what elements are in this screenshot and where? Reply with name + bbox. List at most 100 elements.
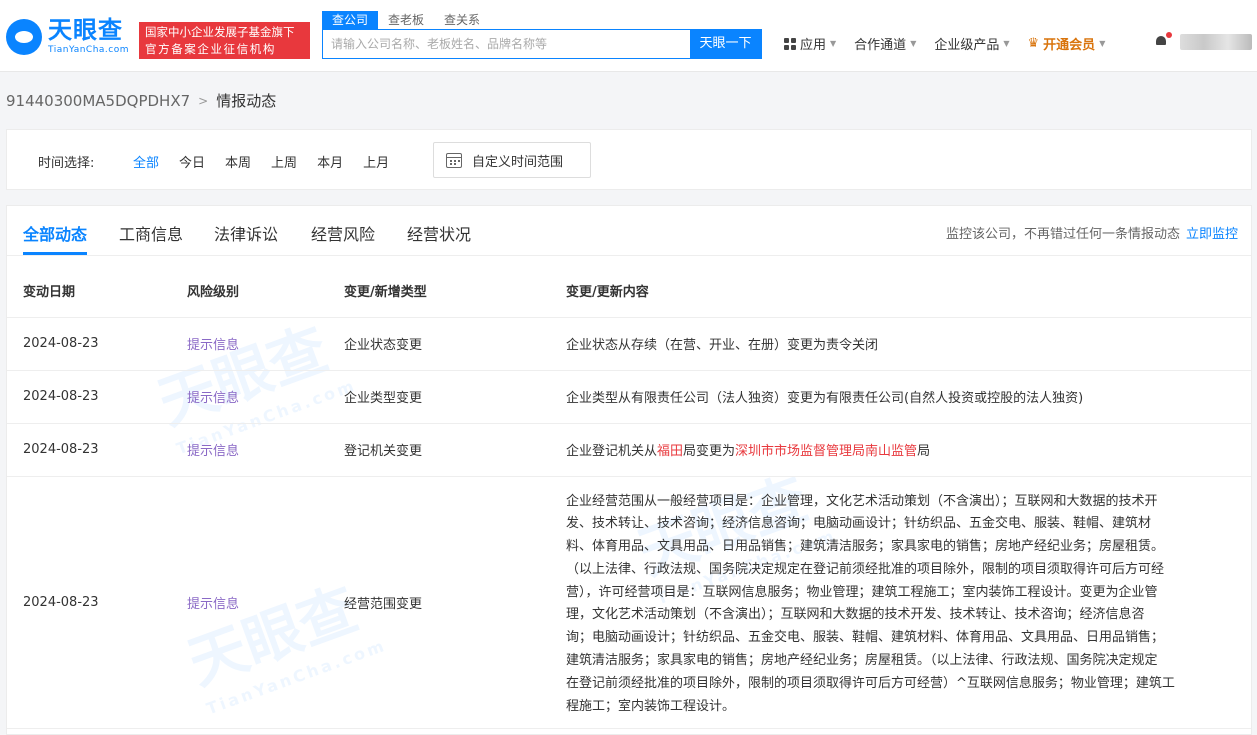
cell-date: 2024-08-23: [7, 423, 187, 477]
cell-type: 经营范围变更: [344, 476, 566, 730]
filter-option-this-week[interactable]: 本周: [225, 152, 251, 171]
cell-risk[interactable]: 提示信息: [187, 476, 344, 730]
column-header-type: 变更/新增类型: [344, 264, 566, 318]
category-tabs: 全部动态 工商信息 法律诉讼 经营风险 经营状况 监控该公司，不再错过任何一条情…: [7, 206, 1251, 256]
nav-vip[interactable]: ♛ 开通会员 ▼: [1028, 34, 1106, 53]
search-tab-boss[interactable]: 查老板: [378, 11, 434, 29]
content-line: 营），许可经营项目是：互联网信息服务；物业管理；建筑工程施工；室内装饰工程设计。…: [566, 584, 1158, 600]
cell-date: 2024-08-23: [7, 317, 187, 371]
filter-option-this-month[interactable]: 本月: [317, 152, 343, 171]
search-tabs: 查公司 查老板 查关系: [322, 11, 490, 29]
nav-enterprise[interactable]: 企业级产品 ▼: [934, 34, 1009, 53]
content-line: 在登记前须经批准的项目除外，限制的项目须取得许可后方可经营）^互联网信息服务；物…: [566, 675, 1175, 691]
monitor-link[interactable]: 立即监控: [1186, 227, 1238, 242]
filter-label: 时间选择:: [38, 156, 95, 171]
cell-content: 企业经营范围从一般经营项目是：企业管理，文化艺术活动策划（不含演出）；互联网和大…: [566, 476, 1251, 730]
filter-option-all[interactable]: 全部: [133, 152, 159, 171]
chevron-right-icon: >: [198, 93, 209, 108]
calendar-icon: [446, 152, 462, 168]
badge-line1: 国家中小企业发展子基金旗下: [145, 25, 295, 39]
filter-options: 全部 今日 本周 上周 本月 上月: [133, 152, 409, 171]
tab-business-info[interactable]: 工商信息: [119, 221, 183, 245]
cell-content: 企业状态从存续（在营、开业、在册）变更为责令关闭: [566, 317, 1251, 371]
tab-operating-risk[interactable]: 经营风险: [311, 221, 375, 245]
tab-legal[interactable]: 法律诉讼: [214, 221, 278, 245]
cell-type: 登记机关变更: [344, 423, 566, 477]
search-button[interactable]: 天眼一下: [690, 30, 761, 58]
nav-apps-label: 应用: [800, 38, 827, 53]
content-new-value: 深圳市市场监督管理局南山监管: [735, 444, 918, 459]
breadcrumb-current: 情报动态: [216, 92, 277, 110]
content-prefix: 企业登记机关从: [566, 444, 658, 459]
search-tab-relation[interactable]: 查关系: [434, 11, 490, 29]
nav-apps[interactable]: 应用 ▼: [784, 34, 836, 53]
cell-content: 企业登记机关从福田局变更为深圳市市场监督管理局南山监管局: [566, 423, 1251, 477]
content-line: 发、技术转让、技术咨询；经济信息咨询；电脑动画设计；针纺织品、五金交电、服装、鞋…: [566, 516, 1152, 532]
cell-type: 企业状态变更: [344, 317, 566, 371]
content-line: 企业经营范围从一般经营项目是：企业管理，文化艺术活动策划（不含演出）；互联网和大…: [566, 493, 1158, 509]
logo-domain: TianYanCha.com: [48, 45, 130, 55]
content-line: 程施工；室内装饰工程设计。: [566, 698, 736, 714]
active-tab-indicator: [23, 252, 87, 255]
column-header-content: 变更/更新内容: [566, 264, 1251, 318]
cell-type: 企业类型变更: [344, 370, 566, 424]
crown-icon: ♛: [1027, 36, 1040, 51]
chevron-down-icon: ▼: [830, 39, 837, 48]
nav-vip-label: 开通会员: [1043, 38, 1096, 53]
logo-eye-icon: [6, 18, 42, 55]
monitor-prompt: 监控该公司，不再错过任何一条情报动态 立即监控: [946, 223, 1238, 242]
time-filter: 时间选择: 全部 今日 本周 上周 本月 上月 自定义时间范围: [6, 129, 1252, 190]
custom-range-button[interactable]: 自定义时间范围: [433, 142, 591, 178]
notification-dot: [1166, 32, 1172, 38]
search-tab-company[interactable]: 查公司: [322, 11, 379, 29]
nav-channel-label: 合作通道: [854, 38, 907, 53]
filter-option-last-week[interactable]: 上周: [271, 152, 297, 171]
cell-content: 企业类型从有限责任公司（法人独资）变更为有限责任公司(自然人投资或控股的法人独资…: [566, 370, 1251, 424]
monitor-text: 监控该公司，不再错过任何一条情报动态: [945, 227, 1180, 242]
content-line: 理，文化艺术活动策划（不含演出）；互联网和大数据的技术开发、技术转让、技术咨询；…: [566, 607, 1145, 623]
filter-option-last-month[interactable]: 上月: [363, 152, 389, 171]
badge-line2: 官方备案企业征信机构: [145, 42, 276, 56]
changes-table: 变动日期 风险级别 变更/新增类型 变更/更新内容 2024-08-23 提示信…: [7, 264, 1251, 730]
search-input[interactable]: [323, 30, 690, 58]
cell-date: 2024-08-23: [7, 476, 187, 730]
content-line: 料、体育用品、文具用品、日用品销售；建筑清洁服务；家具家电的销售；房地产经纪业务…: [566, 539, 1165, 555]
content-suffix: 局: [917, 444, 931, 459]
custom-range-label: 自定义时间范围: [472, 154, 564, 170]
site-logo[interactable]: 天眼查 TianYanCha.com: [6, 18, 129, 55]
breadcrumb: 91440300MA5DQPDHX7 > 情报动态: [6, 90, 276, 111]
intel-panel: 天眼查 TianYanCha.com 天眼查 TianYanCha.com 天眼查 T…: [6, 205, 1252, 735]
official-badge: 国家中小企业发展子基金旗下 官方备案企业征信机构: [139, 22, 310, 59]
content-line: 建筑清洁服务；家具家电的销售；房地产经纪业务；房屋租赁。（以上法律、行政法规、国…: [566, 653, 1158, 669]
content-old-value: 福田: [657, 444, 684, 459]
table-row: 2024-08-23 提示信息 登记机关变更 企业登记机关从福田局变更为深圳市市…: [7, 423, 1251, 477]
chevron-down-icon: ▼: [910, 39, 917, 48]
top-nav: 应用 ▼ 合作通道 ▼ 企业级产品 ▼ ♛ 开通会员 ▼: [784, 34, 1123, 53]
content-line: 询；电脑动画设计；针纺织品、五金交电、服装、鞋帽、建筑材料、体育用品、文具用品、…: [566, 630, 1165, 646]
column-header-date: 变动日期: [7, 264, 187, 318]
table-row: 2024-08-23 提示信息 企业状态变更 企业状态从存续（在营、开业、在册）…: [7, 317, 1251, 371]
tab-all-updates[interactable]: 全部动态: [23, 221, 87, 245]
content-line: （以上法律、行政法规、国务院决定规定在登记前须经批准的项目除外，限制的项目须取得…: [566, 561, 1165, 577]
table-row: 2024-08-23 提示信息 企业类型变更 企业类型从有限责任公司（法人独资）…: [7, 370, 1251, 424]
bell-icon[interactable]: [1155, 36, 1167, 48]
user-avatar[interactable]: [1180, 34, 1252, 50]
logo-name: 天眼查: [48, 16, 123, 44]
chevron-down-icon: ▼: [1003, 39, 1010, 48]
cell-risk[interactable]: 提示信息: [187, 423, 344, 477]
cell-date: 2024-08-23: [7, 370, 187, 424]
filter-option-today[interactable]: 今日: [179, 152, 205, 171]
column-header-risk: 风险级别: [187, 264, 344, 318]
breadcrumb-company[interactable]: 91440300MA5DQPDHX7: [6, 92, 190, 110]
chevron-down-icon: ▼: [1099, 39, 1106, 48]
search-box: 天眼一下: [322, 29, 762, 59]
content-middle: 局变更为: [683, 444, 736, 459]
nav-channel[interactable]: 合作通道 ▼: [854, 34, 916, 53]
apps-grid-icon: [784, 37, 796, 50]
cell-risk[interactable]: 提示信息: [187, 317, 344, 371]
cell-risk[interactable]: 提示信息: [187, 370, 344, 424]
table-row: 2024-08-23 提示信息 经营范围变更 企业经营范围从一般经营项目是：企业…: [7, 476, 1251, 730]
nav-enterprise-label: 企业级产品: [934, 38, 1000, 53]
top-header: 天眼查 TianYanCha.com 国家中小企业发展子基金旗下 官方备案企业征…: [0, 0, 1257, 72]
tab-operating-status[interactable]: 经营状况: [407, 221, 471, 245]
